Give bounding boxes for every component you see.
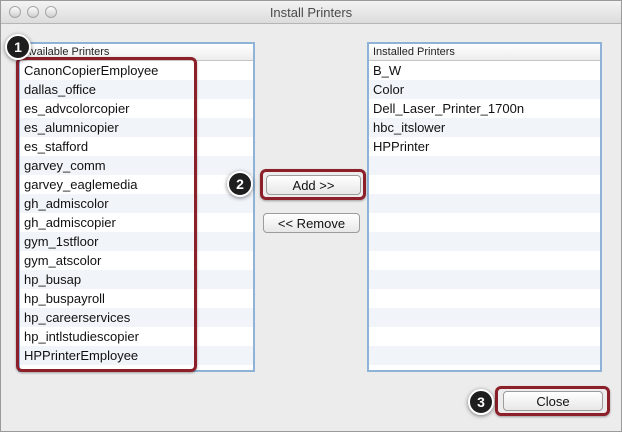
window-title: Install Printers xyxy=(269,5,353,20)
empty-row xyxy=(369,365,600,370)
close-button-highlight xyxy=(495,386,610,416)
empty-row xyxy=(369,270,600,289)
empty-row xyxy=(369,308,600,327)
installed-printer-item[interactable]: B_W xyxy=(369,61,600,80)
empty-row xyxy=(369,156,600,175)
installed-printer-item[interactable]: hbc_itslower xyxy=(369,118,600,137)
empty-row xyxy=(369,175,600,194)
empty-row xyxy=(369,251,600,270)
remove-button[interactable]: << Remove xyxy=(263,213,360,233)
step-1-badge: 1 xyxy=(5,34,31,60)
installed-printers-list[interactable]: Installed Printers B_W Color Dell_Laser_Pr… xyxy=(367,42,602,372)
step-2-badge: 2 xyxy=(227,171,253,197)
install-printers-window: Install Printers Available Printers Cano… xyxy=(0,0,622,432)
installed-printer-item[interactable]: Dell_Laser_Printer_1700n xyxy=(369,99,600,118)
add-button-highlight xyxy=(260,169,366,200)
empty-row xyxy=(369,289,600,308)
empty-row xyxy=(369,327,600,346)
available-list-highlight xyxy=(16,57,197,372)
empty-row xyxy=(369,232,600,251)
installed-printers-header: Installed Printers xyxy=(369,44,600,61)
title-bar: Install Printers xyxy=(1,1,621,24)
step-3-badge: 3 xyxy=(468,389,494,415)
empty-row xyxy=(369,213,600,232)
installed-printer-item[interactable]: Color xyxy=(369,80,600,99)
empty-row xyxy=(369,194,600,213)
installed-printers-rows: B_W Color Dell_Laser_Printer_1700n hbc_itsl… xyxy=(369,61,600,370)
installed-printer-item[interactable]: HPPrinter xyxy=(369,137,600,156)
empty-row xyxy=(369,346,600,365)
